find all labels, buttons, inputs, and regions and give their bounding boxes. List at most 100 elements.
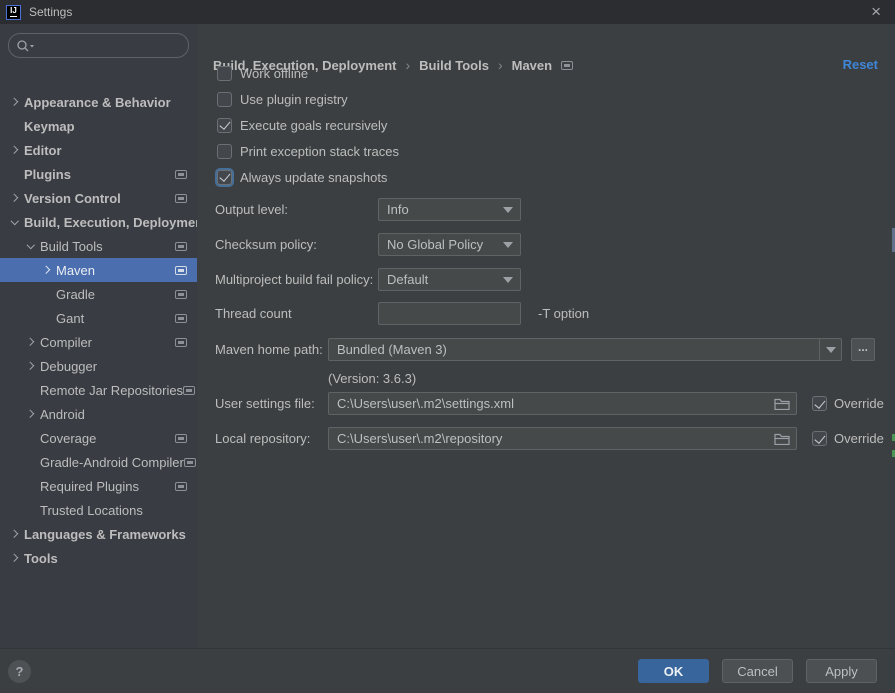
- sidebar-item-gant[interactable]: Gant: [0, 306, 197, 330]
- chevron-right-icon: [8, 191, 22, 205]
- maven-home-row: Maven home path: Bundled (Maven 3) ...: [197, 338, 895, 361]
- checkbox-always-update-snapshots[interactable]: Always update snapshots: [217, 164, 399, 190]
- dialog-buttons: OK Cancel Apply: [638, 659, 877, 683]
- sidebar-item-gradle[interactable]: Gradle: [0, 282, 197, 306]
- sidebar-item-trusted-locations[interactable]: Trusted Locations: [0, 498, 197, 522]
- chevron-down-icon: [24, 239, 38, 253]
- sidebar-item-tools[interactable]: Tools: [0, 546, 197, 570]
- sidebar-item-editor[interactable]: Editor: [0, 138, 197, 162]
- sidebar-item-coverage[interactable]: Coverage: [0, 426, 197, 450]
- sidebar-item-debugger[interactable]: Debugger: [0, 354, 197, 378]
- chevron-down-icon: [8, 215, 22, 229]
- sidebar-item-build-tools[interactable]: Build Tools: [0, 234, 197, 258]
- dropdown-arrow-icon: [503, 207, 513, 213]
- chevron-right-icon: [8, 551, 22, 565]
- t-option-label: -T option: [538, 302, 589, 325]
- monitor-icon: [175, 242, 187, 251]
- combobox-arrow-button[interactable]: [819, 339, 841, 360]
- settings-sidebar: Appearance & Behavior Keymap Editor Plug…: [0, 24, 197, 648]
- monitor-icon: [175, 194, 187, 203]
- search-icon: [16, 39, 36, 53]
- user-settings-row: User settings file: C:\Users\user\.m2\se…: [197, 392, 895, 415]
- chevron-right-icon: [24, 335, 38, 349]
- close-icon[interactable]: ×: [871, 1, 881, 23]
- chevron-down-icon: [30, 45, 34, 48]
- ok-button[interactable]: OK: [638, 659, 709, 683]
- local-repository-input[interactable]: C:\Users\user\.m2\repository: [328, 427, 797, 450]
- sidebar-item-remote-jar-repositories[interactable]: Remote Jar Repositories: [0, 378, 197, 402]
- browse-button[interactable]: ...: [851, 338, 875, 361]
- monitor-icon: [183, 386, 195, 395]
- breadcrumb-item[interactable]: Build Tools: [419, 58, 489, 73]
- chevron-right-icon: [24, 359, 38, 373]
- sidebar-item-version-control[interactable]: Version Control: [0, 186, 197, 210]
- checkbox-checked-icon[interactable]: [217, 170, 232, 185]
- breadcrumb-item: Maven: [512, 58, 552, 73]
- thread-count-input[interactable]: [378, 302, 521, 325]
- sidebar-item-plugins[interactable]: Plugins: [0, 162, 197, 186]
- maven-version-note: (Version: 3.6.3): [328, 371, 416, 386]
- sidebar-item-gradle-android-compiler[interactable]: Gradle-Android Compiler: [0, 450, 197, 474]
- folder-icon[interactable]: [774, 397, 790, 410]
- user-settings-input[interactable]: C:\Users\user\.m2\settings.xml: [328, 392, 797, 415]
- maven-home-combobox[interactable]: Bundled (Maven 3): [328, 338, 842, 361]
- chevron-right-icon: [8, 143, 22, 157]
- cancel-button[interactable]: Cancel: [722, 659, 793, 683]
- multiproject-policy-row: Multiproject build fail policy: Default: [197, 268, 895, 291]
- monitor-icon: [561, 61, 573, 70]
- sidebar-item-appearance-behavior[interactable]: Appearance & Behavior: [0, 90, 197, 114]
- checkbox-icon[interactable]: [217, 66, 232, 81]
- checkbox-print-exception-stack-traces[interactable]: Print exception stack traces: [217, 138, 399, 164]
- sidebar-item-required-plugins[interactable]: Required Plugins: [0, 474, 197, 498]
- monitor-icon: [175, 434, 187, 443]
- checkbox-icon[interactable]: [217, 92, 232, 107]
- settings-tree: Appearance & Behavior Keymap Editor Plug…: [0, 90, 197, 570]
- folder-icon[interactable]: [774, 432, 790, 445]
- apply-button[interactable]: Apply: [806, 659, 877, 683]
- output-level-select[interactable]: Info: [378, 198, 521, 221]
- monitor-icon: [175, 170, 187, 179]
- search-input[interactable]: [8, 33, 189, 58]
- checksum-policy-row: Checksum policy: No Global Policy: [197, 233, 895, 256]
- title-bar: IJ Settings ×: [0, 0, 895, 24]
- monitor-icon: [175, 482, 187, 491]
- monitor-icon: [175, 266, 187, 275]
- checkbox-use-plugin-registry[interactable]: Use plugin registry: [217, 86, 399, 112]
- monitor-icon: [175, 290, 187, 299]
- window-title: Settings: [29, 5, 72, 19]
- checkbox-execute-goals-recursively[interactable]: Execute goals recursively: [217, 112, 399, 138]
- checksum-policy-select[interactable]: No Global Policy: [378, 233, 521, 256]
- intellij-logo-icon: IJ: [6, 5, 21, 20]
- local-repository-row: Local repository: C:\Users\user\.m2\repo…: [197, 427, 895, 450]
- user-settings-override[interactable]: Override: [812, 392, 884, 415]
- dropdown-arrow-icon: [503, 277, 513, 283]
- multiproject-policy-select[interactable]: Default: [378, 268, 521, 291]
- output-level-row: Output level: Info: [197, 198, 895, 221]
- monitor-icon: [175, 338, 187, 347]
- dialog-footer: ? OK Cancel Apply: [0, 648, 895, 693]
- monitor-icon: [175, 314, 187, 323]
- chevron-right-icon: [8, 95, 22, 109]
- monitor-icon: [184, 458, 196, 467]
- sidebar-item-android[interactable]: Android: [0, 402, 197, 426]
- maven-settings-panel: Build, Execution, Deployment › Build Too…: [197, 24, 895, 648]
- checkbox-work-offline[interactable]: Work offline: [217, 60, 399, 86]
- checkbox-checked-icon[interactable]: [217, 118, 232, 133]
- checkbox-icon[interactable]: [217, 144, 232, 159]
- sidebar-item-maven[interactable]: Maven: [0, 258, 197, 282]
- reset-link[interactable]: Reset: [843, 57, 878, 72]
- local-repository-override[interactable]: Override: [812, 427, 884, 450]
- checkbox-checked-icon[interactable]: [812, 431, 827, 446]
- chevron-right-icon: [24, 407, 38, 421]
- sidebar-item-build-execution-deployment[interactable]: Build, Execution, Deployment: [0, 210, 197, 234]
- dropdown-arrow-icon: [826, 347, 836, 353]
- help-button[interactable]: ?: [8, 660, 31, 683]
- sidebar-item-keymap[interactable]: Keymap: [0, 114, 197, 138]
- chevron-right-icon: [40, 263, 54, 277]
- checkbox-checked-icon[interactable]: [812, 396, 827, 411]
- dropdown-arrow-icon: [503, 242, 513, 248]
- maven-options-group: Work offline Use plugin registry Execute…: [217, 60, 399, 190]
- sidebar-item-compiler[interactable]: Compiler: [0, 330, 197, 354]
- sidebar-item-languages-frameworks[interactable]: Languages & Frameworks: [0, 522, 197, 546]
- chevron-right-icon: [8, 527, 22, 541]
